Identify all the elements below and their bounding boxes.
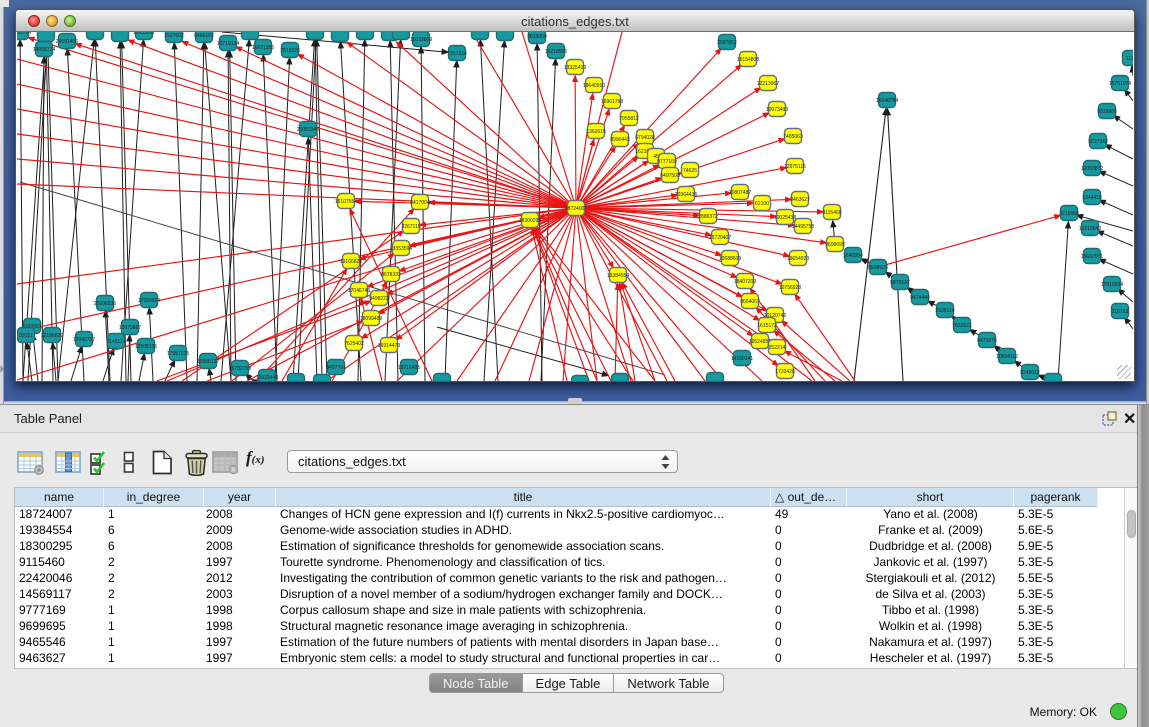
svg-text:12975115: 12975115 (784, 164, 806, 170)
svg-text:12942757: 12942757 (73, 337, 95, 343)
svg-text:9684067: 9684067 (740, 299, 760, 305)
svg-text:20364436: 20364436 (675, 192, 697, 198)
svg-text:9777169: 9777169 (657, 159, 677, 165)
svg-text:13975887: 13975887 (119, 325, 141, 331)
svg-text:14150141: 14150141 (731, 356, 753, 362)
svg-text:16154808: 16154808 (737, 57, 759, 63)
svg-text:13325419: 13325419 (564, 65, 586, 71)
svg-text:9463627: 9463627 (790, 197, 810, 203)
svg-text:9699695: 9699695 (825, 242, 845, 248)
svg-text:12093872: 12093872 (1081, 166, 1103, 172)
svg-text:12156829: 12156829 (41, 333, 63, 339)
svg-text:7625402: 7625402 (344, 341, 364, 347)
svg-text:13353594: 13353594 (390, 246, 412, 252)
svg-text:252214: 252214 (769, 345, 786, 351)
svg-text:10688609: 10688609 (719, 256, 741, 262)
svg-text:19384554: 19384554 (607, 273, 629, 279)
svg-text:16648784: 16648784 (876, 98, 898, 104)
svg-text:19166825: 19166825 (340, 259, 362, 265)
svg-text:9227342: 9227342 (1088, 139, 1108, 145)
svg-text:20691406: 20691406 (56, 39, 78, 45)
svg-text:18640910: 18640910 (583, 83, 605, 89)
svg-text:74626: 74626 (683, 168, 697, 174)
svg-text:17046746: 17046746 (348, 288, 370, 294)
svg-text:16782759: 16782759 (229, 366, 251, 372)
svg-text:7357224: 7357224 (447, 51, 467, 57)
svg-text:8417004: 8417004 (410, 200, 430, 206)
svg-text:8938923: 8938923 (868, 265, 888, 271)
svg-text:8990443: 8990443 (610, 137, 630, 143)
svg-text:1615172: 1615172 (757, 323, 777, 329)
svg-text:8471676: 8471676 (977, 338, 997, 344)
svg-text:19218506: 19218506 (545, 49, 567, 55)
svg-text:2687652: 2687652 (717, 40, 737, 46)
svg-text:9457791: 9457791 (326, 365, 346, 371)
svg-text:7955812: 7955812 (619, 116, 639, 122)
svg-text:8813054: 8813054 (527, 34, 547, 40)
svg-text:6497508: 6497508 (660, 173, 680, 179)
svg-text:16671355: 16671355 (252, 45, 274, 51)
svg-text:18099489: 18099489 (360, 316, 382, 322)
svg-text:17016504: 17016504 (1101, 282, 1123, 288)
svg-text:10025438: 10025438 (774, 215, 796, 221)
svg-text:10807487: 10807487 (729, 190, 751, 196)
svg-text:6794028: 6794028 (635, 135, 655, 141)
svg-text:7485063: 7485063 (783, 134, 803, 140)
svg-text:10719134: 10719134 (217, 41, 239, 47)
svg-text:10756928: 10756928 (779, 285, 801, 291)
svg-text:20206536: 20206536 (94, 301, 116, 307)
svg-text:14055724: 14055724 (33, 47, 55, 53)
svg-text:15692971: 15692971 (1081, 254, 1103, 260)
svg-text:1640954: 1640954 (843, 253, 863, 259)
svg-text:7632621: 7632621 (952, 323, 972, 329)
svg-text:1362615: 1362615 (586, 129, 606, 135)
svg-text:12213967: 12213967 (757, 81, 779, 87)
svg-text:7515520: 7515520 (280, 48, 300, 54)
svg-text:9245012: 9245012 (1020, 370, 1040, 376)
svg-text:1112: 1112 (1126, 56, 1133, 62)
svg-text:39151: 39151 (19, 333, 33, 339)
svg-text:62100: 62100 (755, 201, 769, 207)
svg-text:10973493: 10973493 (766, 107, 788, 113)
svg-text:16914479: 16914479 (378, 343, 400, 349)
svg-text:1733426: 1733426 (775, 369, 795, 375)
svg-text:15751074: 15751074 (1109, 81, 1131, 87)
svg-text:1145114: 1145114 (107, 339, 126, 345)
svg-text:12923446: 12923446 (256, 375, 278, 381)
svg-text:8678332: 8678332 (381, 272, 401, 278)
svg-text:18407209: 18407209 (734, 279, 756, 285)
svg-text:116753: 116753 (1112, 309, 1129, 315)
svg-text:20053346: 20053346 (297, 127, 319, 133)
svg-text:9115460: 9115460 (822, 210, 841, 216)
svg-text:12505135: 12505135 (135, 344, 157, 350)
svg-text:2935114: 2935114 (935, 308, 954, 314)
svg-text:18724007: 18724007 (565, 206, 587, 212)
svg-text:6879197: 6879197 (890, 280, 910, 286)
svg-text:6466102: 6466102 (194, 33, 214, 39)
svg-text:14055724: 14055724 (17, 32, 31, 36)
svg-text:17359924: 17359924 (138, 298, 160, 304)
svg-text:3267110: 3267110 (401, 224, 420, 230)
svg-text:15720407: 15720407 (709, 235, 731, 241)
svg-text:19654923: 19654923 (787, 256, 809, 262)
svg-text:16961758: 16961758 (601, 99, 623, 105)
svg-text:2886372: 2886372 (698, 214, 718, 220)
svg-text:15716485: 15716485 (398, 365, 420, 371)
svg-text:10210643: 10210643 (1079, 226, 1101, 232)
svg-text:9474444: 9474444 (910, 295, 930, 301)
svg-text:9329966: 9329966 (1097, 109, 1117, 115)
svg-text:1527602: 1527602 (164, 33, 184, 39)
svg-text:17957225: 17957225 (167, 351, 189, 357)
svg-text:10654112: 10654112 (996, 354, 1018, 360)
svg-text:9498222: 9498222 (369, 296, 389, 302)
svg-text:10653287: 10653287 (133, 32, 155, 36)
svg-text:3215958: 3215958 (1059, 211, 1079, 217)
svg-text:1244415: 1244415 (1082, 195, 1102, 201)
svg-text:16033809: 16033809 (410, 37, 432, 43)
svg-text:18300295: 18300295 (519, 218, 541, 224)
svg-text:10958127: 10958127 (197, 359, 219, 365)
svg-text:14495758: 14495758 (792, 224, 814, 230)
svg-text:16107554: 16107554 (335, 199, 357, 205)
